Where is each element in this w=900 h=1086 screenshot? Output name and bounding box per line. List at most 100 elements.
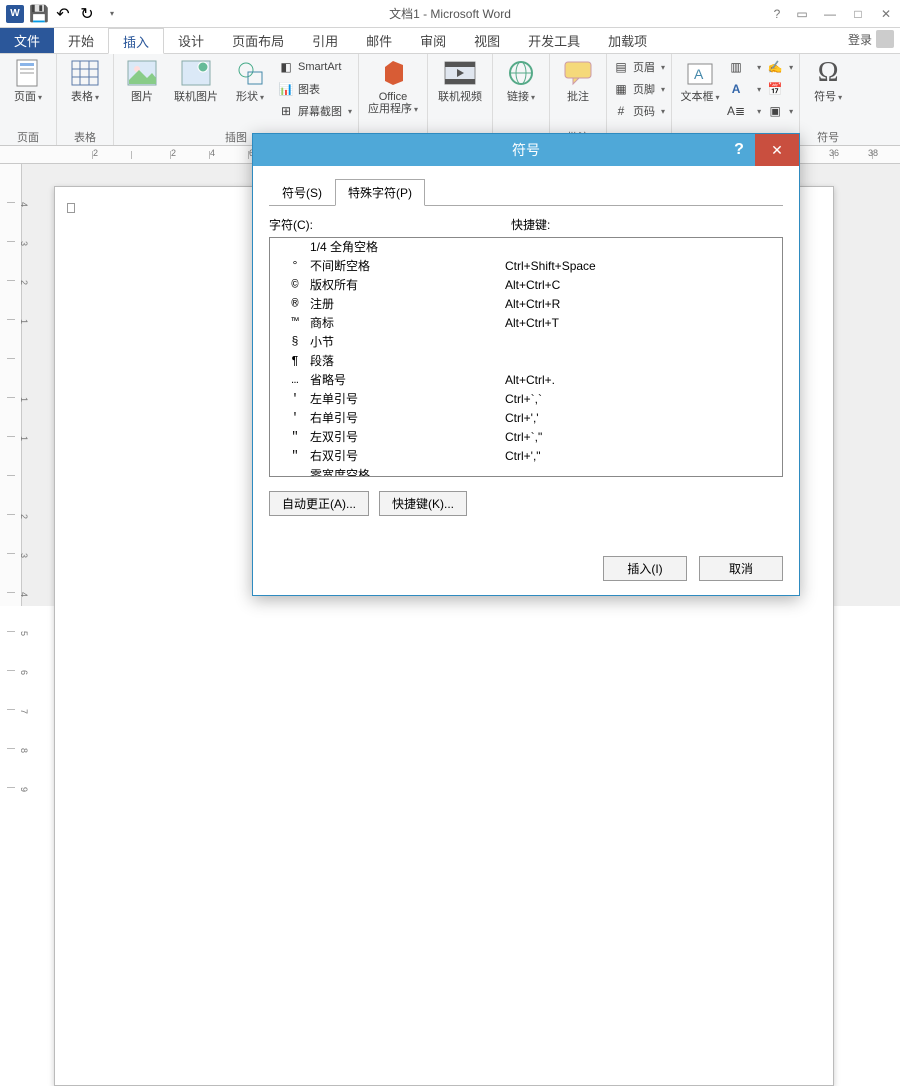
header-button[interactable]: ▤页眉 (613, 57, 665, 77)
shortcut-header: 快捷键: (511, 216, 550, 233)
symbol-button[interactable]: Ω 符号 (806, 57, 850, 104)
online-picture-icon (180, 57, 212, 89)
omega-icon: Ω (812, 57, 844, 89)
list-item[interactable]: "右双引号Ctrl+'," (270, 447, 782, 466)
office-apps-button[interactable]: Office 应用程序 (365, 57, 421, 116)
svg-text:A: A (694, 66, 704, 82)
special-char-list[interactable]: 1/4 全角空格°不间断空格Ctrl+Shift+Space©版权所有Alt+C… (269, 237, 783, 477)
text-box-button[interactable]: A 文本框 (678, 57, 722, 104)
list-item[interactable]: ™商标Alt+Ctrl+T (270, 314, 782, 333)
page-icon (12, 57, 44, 89)
insert-button[interactable]: 插入(I) (603, 556, 687, 581)
qat-customize-button[interactable] (100, 3, 122, 25)
tab-insert[interactable]: 插入 (108, 28, 164, 54)
group-media: 联机视频 (428, 54, 493, 145)
footer-icon: ▦ (613, 81, 629, 97)
shortcut-key-button[interactable]: 快捷键(K)... (379, 491, 467, 516)
redo-icon: ↻ (80, 4, 93, 24)
help-button[interactable]: ? (766, 1, 788, 27)
wordart-icon: A (728, 81, 744, 97)
chart-button[interactable]: 📊图表 (278, 79, 352, 99)
autocorrect-button[interactable]: 自动更正(A)... (269, 491, 369, 516)
pictures-button[interactable]: 图片 (120, 57, 164, 103)
signature-button[interactable]: ✍ (767, 57, 793, 77)
smartart-button[interactable]: ◧SmartArt (278, 57, 352, 77)
online-video-button[interactable]: 联机视频 (434, 57, 486, 103)
comment-icon (562, 57, 594, 89)
tab-layout[interactable]: 页面布局 (218, 28, 298, 53)
dialog-titlebar[interactable]: 符号 ? ✕ (253, 134, 799, 166)
page-number-button[interactable]: #页码 (613, 101, 665, 121)
login-link[interactable]: 登录 (848, 30, 894, 48)
cancel-button[interactable]: 取消 (699, 556, 783, 581)
screenshot-icon: ⊞ (278, 103, 294, 119)
dialog-close-button[interactable]: ✕ (755, 134, 799, 166)
office-apps-icon (377, 57, 409, 89)
group-illustrations: 图片 联机图片 形状 ◧SmartArt 📊图表 ⊞屏幕截图 插图 (114, 54, 359, 145)
footer-button[interactable]: ▦页脚 (613, 79, 665, 99)
tab-home[interactable]: 开始 (54, 28, 108, 53)
group-header-footer: ▤页眉 ▦页脚 #页码 (607, 54, 672, 145)
table-button[interactable]: 表格 (63, 57, 107, 104)
list-item[interactable]: '左单引号Ctrl+`,` (270, 390, 782, 409)
header-icon: ▤ (613, 59, 629, 75)
close-button[interactable]: ✕ (872, 1, 900, 27)
undo-button[interactable]: ↶ (52, 3, 74, 25)
link-icon (505, 57, 537, 89)
shapes-button[interactable]: 形状 (228, 57, 272, 104)
tab-references[interactable]: 引用 (298, 28, 352, 53)
links-button[interactable]: 链接 (499, 57, 543, 104)
group-text: A 文本框 ▥ A A≣ ✍ 📅 ▣ (672, 54, 800, 145)
vertical-ruler[interactable]: 43211123456789 (0, 164, 22, 606)
drop-cap-button[interactable]: A≣ (728, 101, 761, 121)
comment-button[interactable]: 批注 (556, 57, 600, 103)
list-item[interactable]: 零宽度空格 (270, 466, 782, 477)
tab-addins[interactable]: 加载项 (594, 28, 661, 53)
video-icon (444, 57, 476, 89)
tab-design[interactable]: 设计 (164, 28, 218, 53)
tab-special-characters[interactable]: 特殊字符(P) (335, 179, 425, 206)
symbol-dialog: 符号 ? ✕ 符号(S) 特殊字符(P) 字符(C): 快捷键: 1/4 全角空… (252, 133, 800, 596)
dialog-help-button[interactable]: ? (723, 134, 755, 166)
wordart-button[interactable]: A (728, 79, 761, 99)
quick-parts-button[interactable]: ▥ (728, 57, 761, 77)
table-icon (69, 57, 101, 89)
tab-view[interactable]: 视图 (460, 28, 514, 53)
window-controls: ? ▭ — □ ✕ (766, 1, 900, 27)
list-item[interactable]: °不间断空格Ctrl+Shift+Space (270, 257, 782, 276)
online-pictures-button[interactable]: 联机图片 (170, 57, 222, 103)
save-button[interactable]: 💾 (28, 3, 50, 25)
minimize-button[interactable]: — (816, 1, 844, 27)
list-item[interactable]: "左双引号Ctrl+`," (270, 428, 782, 447)
dialog-tabs: 符号(S) 特殊字符(P) (269, 178, 783, 206)
tab-review[interactable]: 审阅 (406, 28, 460, 53)
quick-access-toolbar: W 💾 ↶ ↻ (0, 3, 122, 25)
date-time-button[interactable]: 📅 (767, 79, 793, 99)
maximize-button[interactable]: □ (844, 1, 872, 27)
tab-developer[interactable]: 开发工具 (514, 28, 594, 53)
word-app-icon[interactable]: W (4, 3, 26, 25)
list-item[interactable]: ¶段落 (270, 352, 782, 371)
column-headers: 字符(C): 快捷键: (269, 216, 783, 233)
list-item[interactable]: §小节 (270, 333, 782, 352)
list-item[interactable]: '右单引号Ctrl+',' (270, 409, 782, 428)
save-icon: 💾 (29, 4, 49, 24)
group-tables: 表格 表格 (57, 54, 114, 145)
smartart-icon: ◧ (278, 59, 294, 75)
list-item[interactable]: ©版权所有Alt+Ctrl+C (270, 276, 782, 295)
object-button[interactable]: ▣ (767, 101, 793, 121)
tab-symbols[interactable]: 符号(S) (269, 179, 335, 206)
ribbon-display-button[interactable]: ▭ (788, 1, 816, 27)
group-apps: Office 应用程序 (359, 54, 428, 145)
cover-page-button[interactable]: 页面 (6, 57, 50, 104)
list-item[interactable]: ®注册Alt+Ctrl+R (270, 295, 782, 314)
list-item[interactable]: 1/4 全角空格 (270, 238, 782, 257)
window-title: 文档1 - Microsoft Word (389, 5, 511, 22)
tab-mailings[interactable]: 邮件 (352, 28, 406, 53)
list-item[interactable]: …省略号Alt+Ctrl+. (270, 371, 782, 390)
screenshot-button[interactable]: ⊞屏幕截图 (278, 101, 352, 121)
picture-icon (126, 57, 158, 89)
tab-file[interactable]: 文件 (0, 28, 54, 53)
redo-button[interactable]: ↻ (76, 3, 98, 25)
signature-icon: ✍ (767, 59, 783, 75)
